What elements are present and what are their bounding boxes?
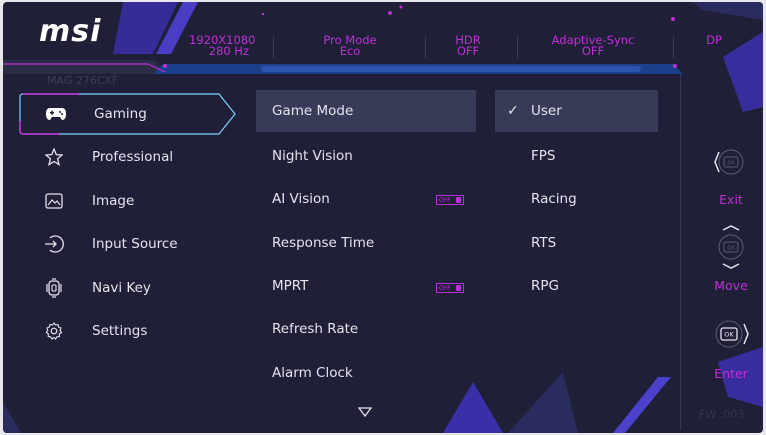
option-rpg[interactable]: RPG (495, 265, 658, 307)
menu-item-label: Gaming (94, 106, 147, 122)
menu-item-label: Professional (92, 149, 174, 165)
enter-label: Enter (714, 366, 748, 381)
move-label: Move (714, 278, 748, 293)
menu-item-navi-key[interactable]: Navi Key (20, 269, 230, 307)
mprt-off-badge: OFF (436, 283, 464, 293)
header-pro-mode: Pro Mode Eco (323, 33, 377, 58)
option-fps[interactable]: FPS (495, 135, 658, 177)
ok-label: OK (724, 331, 734, 339)
submenu-night-vision[interactable]: Night Vision (256, 135, 476, 177)
scroll-down-arrow-icon[interactable] (358, 407, 372, 417)
header-resolution: 1920X1080 280 Hz (189, 33, 256, 58)
menu-item-label: Settings (92, 323, 148, 339)
menu-item-label: Navi Key (92, 280, 151, 296)
input-source-icon (40, 234, 68, 254)
nav-divider (680, 74, 681, 430)
menu-item-image[interactable]: Image (20, 182, 230, 220)
header-hdr: HDR OFF (455, 33, 481, 58)
option-user[interactable]: ✓ User (495, 90, 658, 132)
msi-logo: msi (39, 14, 102, 49)
header-divider (273, 36, 274, 58)
option-racing[interactable]: Racing (495, 178, 658, 220)
exit-label: Exit (719, 192, 743, 207)
exit-nav-icon[interactable]: OK (711, 144, 751, 180)
submenu-refresh-rate[interactable]: Refresh Rate (256, 308, 476, 350)
menu-item-label: Image (92, 193, 135, 209)
menu-item-label: Input Source (92, 236, 178, 252)
header-divider (517, 36, 518, 58)
image-icon (40, 191, 68, 211)
menu-item-professional[interactable]: Professional (20, 138, 230, 176)
gear-icon (40, 321, 68, 341)
submenu-alarm-clock[interactable]: Alarm Clock (256, 352, 476, 394)
header-divider (673, 36, 674, 58)
menu-item-settings[interactable]: Settings (20, 312, 230, 350)
move-nav-icon[interactable]: OK (711, 224, 751, 270)
enter-nav-icon[interactable]: OK (709, 314, 753, 354)
submenu-game-mode[interactable]: Game Mode (256, 90, 476, 132)
header-input: DP (706, 33, 722, 47)
firmware-version: FW .003 (699, 408, 745, 421)
navi-key-icon (40, 278, 68, 298)
menu-item-input-source[interactable]: Input Source (20, 225, 230, 263)
ai-vision-off-badge: OFF (436, 195, 464, 205)
submenu-response-time[interactable]: Response Time (256, 222, 476, 264)
model-name: MAG 276CXF (47, 74, 119, 87)
osd-window: msi 1920X1080 280 Hz Pro Mode Eco HDR OFF A… (3, 2, 763, 433)
gamepad-icon (42, 104, 70, 124)
star-icon (40, 147, 68, 167)
ok-label: OK (727, 161, 735, 167)
option-rts[interactable]: RTS (495, 222, 658, 264)
header-adaptive-sync: Adaptive-Sync OFF (551, 33, 635, 58)
menu-item-gaming[interactable]: Gaming (22, 95, 232, 133)
check-icon: ✓ (507, 103, 519, 119)
ok-label: OK (727, 246, 735, 252)
header-divider (425, 36, 426, 58)
